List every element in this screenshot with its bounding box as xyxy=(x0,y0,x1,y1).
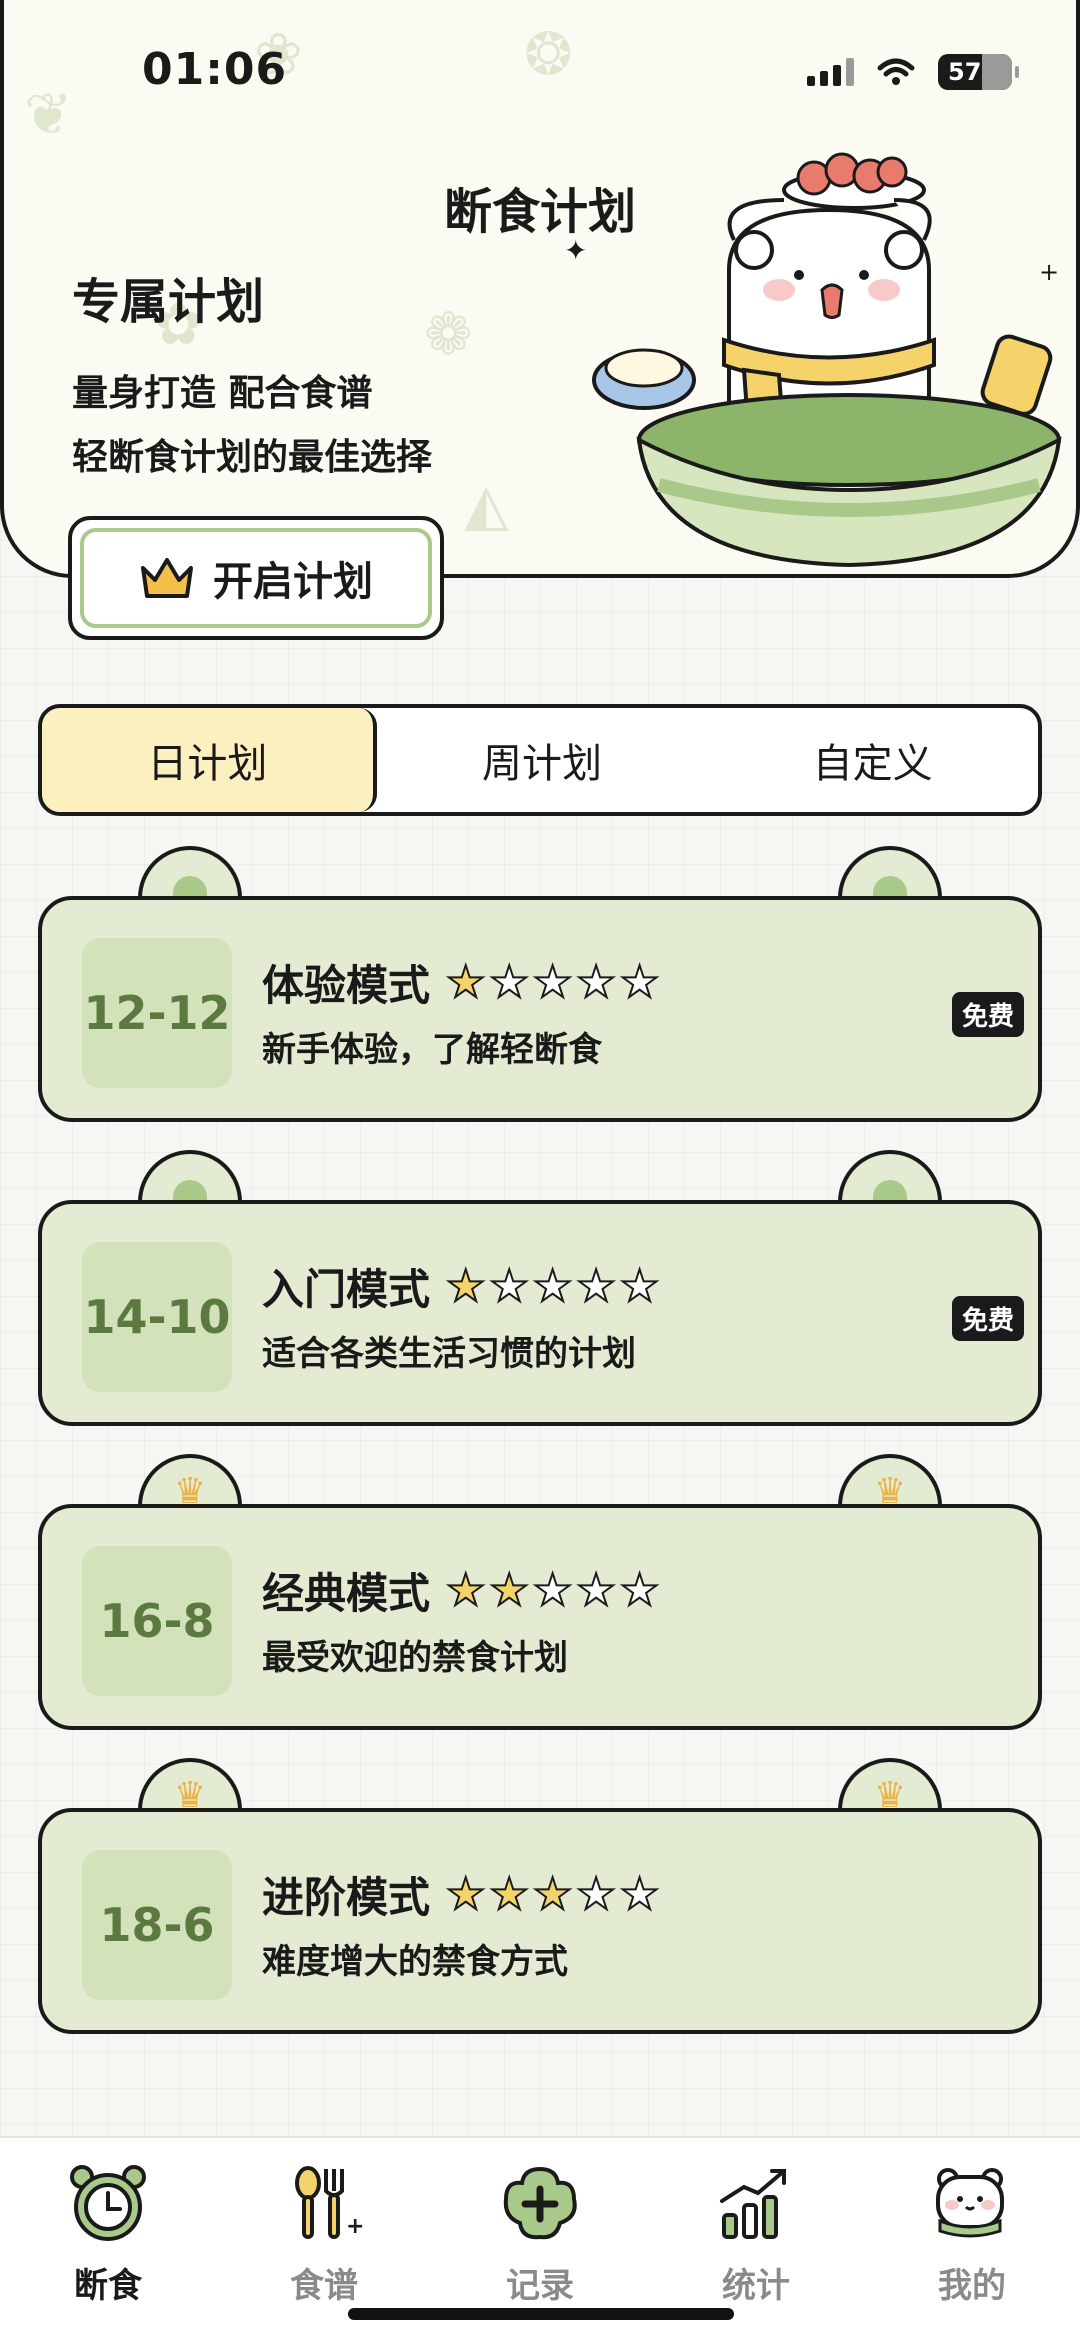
signal-icon xyxy=(807,58,854,86)
plan-card-body: 14-10 入门模式 ★ ★ ★ ★ ★ 适合各类生活习惯的计划 免费 xyxy=(38,1200,1042,1426)
difficulty-rating: ★ ★ ★ ★ ★ xyxy=(445,1260,660,1313)
header-tagline-2: 轻断食计划的最佳选择 xyxy=(72,437,433,478)
profile-bear-icon xyxy=(927,2158,1017,2248)
svg-text:+: + xyxy=(346,2214,364,2239)
star-icon: ★ xyxy=(488,956,529,1009)
nav-label: 统计 xyxy=(722,2266,790,2306)
vegetable-doodle-icon: ❦ xyxy=(24,80,73,148)
plan-description: 新手体验，了解轻断食 xyxy=(262,1030,602,1070)
add-record-icon xyxy=(495,2158,585,2248)
plan-description: 最受欢迎的禁食计划 xyxy=(262,1638,568,1678)
fasting-ratio: 16-8 xyxy=(82,1546,232,1696)
star-icon: ★ xyxy=(619,1868,660,1921)
fruit-doodle-icon: ❁ xyxy=(424,300,473,368)
plan-period-tabs: 日计划 周计划 自定义 xyxy=(38,704,1042,816)
star-icon: ★ xyxy=(488,1260,529,1313)
star-icon: ★ xyxy=(619,1260,660,1313)
svg-text:✦: ✦ xyxy=(564,234,587,267)
tab-weekly-plan[interactable]: 周计划 xyxy=(377,708,708,812)
plan-card[interactable]: 14-10 入门模式 ★ ★ ★ ★ ★ 适合各类生活习惯的计划 免费 xyxy=(38,1150,1042,1426)
header-tagline-1: 量身打造 配合食谱 xyxy=(72,373,373,414)
status-icons: 57 xyxy=(807,54,1019,90)
star-icon: ★ xyxy=(619,1564,660,1617)
header-subtitle: 专属计划 xyxy=(72,274,265,330)
star-icon: ★ xyxy=(532,1564,573,1617)
nav-label: 食谱 xyxy=(290,2266,358,2306)
difficulty-rating: ★ ★ ★ ★ ★ xyxy=(445,1564,660,1617)
difficulty-rating: ★ ★ ★ ★ ★ xyxy=(445,1868,660,1921)
star-icon: ★ xyxy=(575,956,616,1009)
stats-icon xyxy=(711,2158,801,2248)
plan-card-body: 18-6 进阶模式 ★ ★ ★ ★ ★ 难度增大的禁食方式 xyxy=(38,1808,1042,2034)
plan-name-row: 进阶模式 ★ ★ ★ ★ ★ xyxy=(262,1864,660,1925)
plan-name-row: 体验模式 ★ ★ ★ ★ ★ xyxy=(262,952,660,1013)
plan-card-body: 16-8 经典模式 ★ ★ ★ ★ ★ 最受欢迎的禁食计划 xyxy=(38,1504,1042,1730)
nav-label: 断食 xyxy=(74,2266,142,2306)
star-icon: ★ xyxy=(575,1260,616,1313)
star-icon: ★ xyxy=(445,1260,486,1313)
star-icon: ★ xyxy=(532,956,573,1009)
plan-card[interactable]: ♛ ♛ 16-8 经典模式 ★ ★ ★ ★ ★ 最受欢迎的禁食计划 xyxy=(38,1454,1042,1730)
difficulty-rating: ★ ★ ★ ★ ★ xyxy=(445,956,660,1009)
star-icon: ★ xyxy=(619,956,660,1009)
plan-name: 进阶模式 xyxy=(262,1873,431,1922)
clock-icon xyxy=(63,2158,153,2248)
star-icon: ★ xyxy=(445,956,486,1009)
star-icon: ★ xyxy=(445,1868,486,1921)
bear-bowl-illustration: ✦ + xyxy=(564,152,1062,568)
start-plan-button[interactable]: 开启计划 xyxy=(68,516,444,640)
nav-label: 记录 xyxy=(506,2266,574,2306)
header-banner: ❦ ❀ ❂ ✿ ❁ ◭ 01:06 57 断食计划 专属计划 量身打造 配合食谱… xyxy=(0,0,1080,578)
wifi-icon xyxy=(877,58,915,85)
tab-custom-plan[interactable]: 自定义 xyxy=(707,708,1038,812)
battery-icon: 57 xyxy=(938,54,1019,90)
star-icon: ★ xyxy=(532,1260,573,1313)
nav-label: 我的 xyxy=(938,2266,1006,2306)
nav-item-profile[interactable]: 我的 xyxy=(864,2138,1080,2341)
crown-icon xyxy=(141,558,193,598)
spoon-fork-icon: + xyxy=(279,2158,369,2248)
star-icon: ★ xyxy=(488,1868,529,1921)
home-indicator xyxy=(348,2308,734,2320)
nav-item-fasting[interactable]: 断食 xyxy=(0,2138,216,2341)
star-icon: ★ xyxy=(532,1868,573,1921)
start-plan-label: 开启计划 xyxy=(213,558,373,605)
fruit-doodle-icon: ◭ xyxy=(464,470,509,538)
star-icon: ★ xyxy=(445,1564,486,1617)
status-time: 01:06 xyxy=(142,44,288,95)
star-icon: ★ xyxy=(488,1564,529,1617)
free-badge: 免费 xyxy=(951,1296,1024,1341)
plan-name: 体验模式 xyxy=(262,961,431,1010)
plan-card[interactable]: 12-12 体验模式 ★ ★ ★ ★ ★ 新手体验，了解轻断食 免费 xyxy=(38,846,1042,1122)
star-icon: ★ xyxy=(575,1564,616,1617)
plan-name: 经典模式 xyxy=(262,1569,431,1618)
fasting-ratio: 14-10 xyxy=(82,1242,232,1392)
plan-card-body: 12-12 体验模式 ★ ★ ★ ★ ★ 新手体验，了解轻断食 免费 xyxy=(38,896,1042,1122)
plan-card[interactable]: ♛ ♛ 18-6 进阶模式 ★ ★ ★ ★ ★ 难度增大的禁食方式 xyxy=(38,1758,1042,2034)
fasting-ratio: 12-12 xyxy=(82,938,232,1088)
plan-description: 难度增大的禁食方式 xyxy=(262,1942,568,1982)
fruit-doodle-icon: ❂ xyxy=(524,20,573,88)
plan-description: 适合各类生活习惯的计划 xyxy=(262,1334,636,1374)
fasting-ratio: 18-6 xyxy=(82,1850,232,2000)
plan-name-row: 入门模式 ★ ★ ★ ★ ★ xyxy=(262,1256,660,1317)
plan-name: 入门模式 xyxy=(262,1265,431,1314)
plan-name-row: 经典模式 ★ ★ ★ ★ ★ xyxy=(262,1560,660,1621)
svg-text:+: + xyxy=(1039,258,1059,286)
star-icon: ★ xyxy=(575,1868,616,1921)
free-badge: 免费 xyxy=(951,992,1024,1037)
tab-daily-plan[interactable]: 日计划 xyxy=(42,708,377,812)
